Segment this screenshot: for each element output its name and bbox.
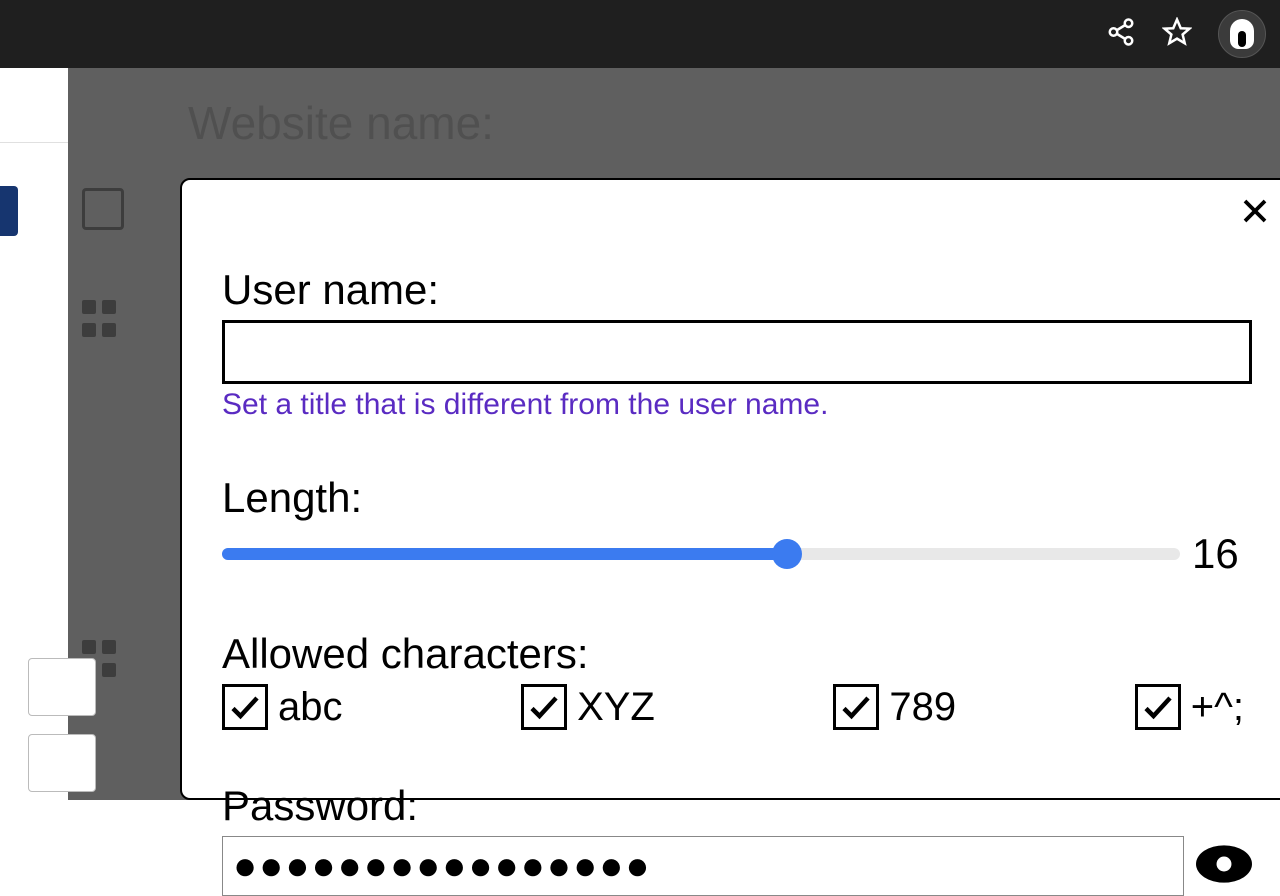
length-row: 16	[222, 530, 1252, 578]
password-label: Password:	[222, 782, 1252, 830]
check-uppercase-label: XYZ	[577, 685, 655, 730]
browser-toolbar	[0, 0, 1280, 68]
username-input[interactable]	[222, 320, 1252, 384]
bg-icon-1	[82, 188, 124, 230]
allowed-characters-row: abc XYZ 789 +^;	[222, 684, 1252, 730]
length-slider[interactable]	[222, 542, 1180, 566]
left-edge-chip	[0, 186, 18, 236]
check-uppercase[interactable]: XYZ	[521, 684, 655, 730]
length-label: Length:	[222, 474, 1252, 522]
bg-icon-2	[82, 300, 122, 340]
check-lowercase[interactable]: abc	[222, 684, 343, 730]
password-extension-icon[interactable]	[1218, 10, 1266, 58]
check-lowercase-label: abc	[278, 685, 343, 730]
checkbox-icon[interactable]	[833, 684, 879, 730]
password-generator-modal: User name: Set a title that is different…	[180, 178, 1280, 800]
show-password-button[interactable]	[1196, 844, 1252, 889]
check-symbols-label: +^;	[1191, 685, 1244, 730]
username-label: User name:	[222, 266, 1252, 314]
check-digits[interactable]: 789	[833, 684, 956, 730]
share-icon[interactable]	[1106, 17, 1136, 52]
check-symbols[interactable]: +^;	[1135, 684, 1244, 730]
check-digits-label: 789	[889, 685, 956, 730]
background-heading: Website name:	[188, 96, 494, 150]
checkbox-icon[interactable]	[521, 684, 567, 730]
password-row	[222, 836, 1252, 896]
page-tab-stripe	[0, 68, 68, 143]
allowed-label: Allowed characters:	[222, 630, 1252, 678]
star-icon[interactable]	[1162, 17, 1192, 52]
username-hint: Set a title that is different from the u…	[222, 388, 1252, 422]
background-sidebar-icons	[82, 188, 124, 680]
password-output[interactable]	[222, 836, 1184, 896]
checkbox-icon[interactable]	[1135, 684, 1181, 730]
checkbox-icon[interactable]	[222, 684, 268, 730]
length-value: 16	[1192, 530, 1252, 578]
close-button[interactable]	[1240, 196, 1270, 231]
background-inputs	[28, 658, 96, 792]
extension-overlay: Website name: User name: Set a title tha…	[68, 68, 1280, 800]
